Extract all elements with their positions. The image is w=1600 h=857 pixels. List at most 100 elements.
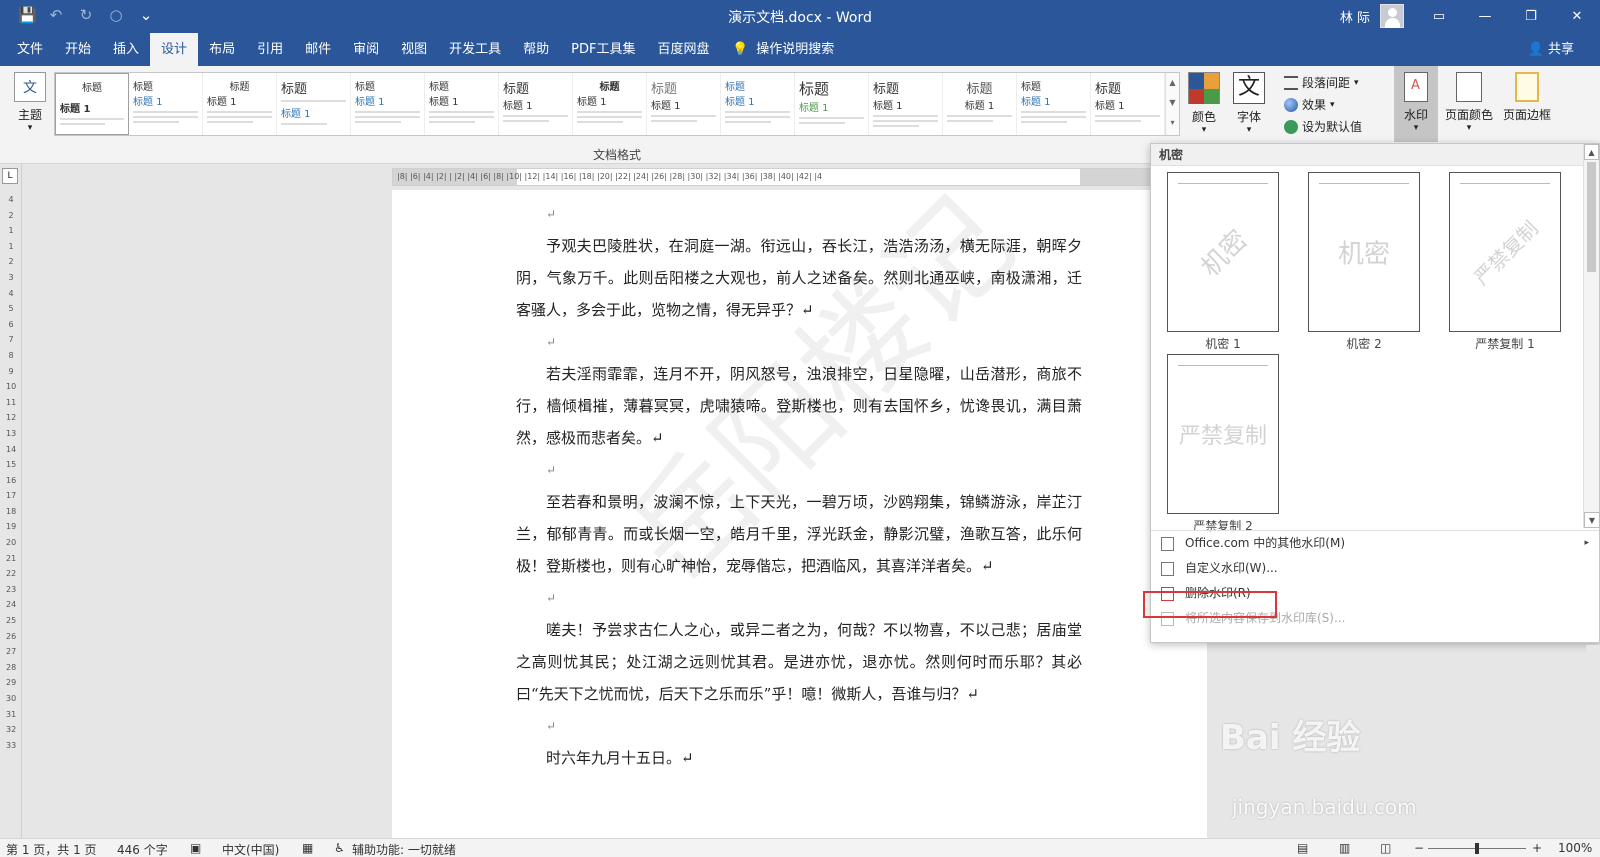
user-name[interactable]: 林 际	[1340, 7, 1370, 26]
tab-design[interactable]: 设计	[150, 33, 199, 66]
tab-view[interactable]: 视图	[390, 33, 438, 66]
watermark-option[interactable]: 严禁复制 严禁复制 1	[1449, 172, 1561, 352]
proofing-icon[interactable]: ▣	[190, 841, 201, 855]
paragraph[interactable]: 时六年九月十五日。↵	[516, 742, 1082, 774]
scrollbar-thumb[interactable]	[1587, 162, 1596, 272]
menu-item-label: 将所选内容保存到水印库(S)...	[1185, 611, 1346, 625]
avatar[interactable]	[1380, 4, 1404, 28]
ruler-tick-label: 10	[6, 382, 17, 392]
macro-icon[interactable]: ▦	[302, 841, 313, 855]
style-set-item[interactable]: 标题 标题 1	[795, 73, 869, 135]
style-set-item[interactable]: 标题 标题 1	[351, 73, 425, 135]
style-set-item[interactable]: 标题 标题 1	[869, 73, 943, 135]
watermark-preview-text: 严禁复制	[1178, 424, 1267, 449]
ruler-tick-label: 7	[8, 335, 14, 345]
style-set-item[interactable]: 标题 标题 1	[1091, 73, 1165, 135]
tab-file[interactable]: 文件	[6, 33, 54, 66]
style-set-item[interactable]: 标题 标题 1	[943, 73, 1017, 135]
gallery-scrollbar[interactable]: ▲ ▼ ▾	[1165, 73, 1179, 135]
tab-review[interactable]: 审阅	[342, 33, 390, 66]
style-set-item[interactable]: 标题 标题 1	[55, 73, 129, 135]
page-count[interactable]: 第 1 页，共 1 页	[6, 841, 97, 857]
gallery-more-icon[interactable]: ▾	[1166, 113, 1179, 133]
scroll-down-icon[interactable]: ▼	[1584, 512, 1600, 528]
tab-references[interactable]: 引用	[246, 33, 294, 66]
tab-developer[interactable]: 开发工具	[438, 33, 512, 66]
colors-label: 颜色	[1191, 110, 1216, 124]
paragraph[interactable]: 若夫淫雨霏霏，连月不开，阴风怒号，浊浪排空，日星隐曜，山岳潜形，商旅不行，樯倾楫…	[516, 358, 1082, 454]
accessibility-status[interactable]: 辅助功能: 一切就绪	[352, 841, 456, 857]
watermark-gallery-scrollbar[interactable]: ▲ ▼	[1583, 144, 1600, 528]
watermark-button[interactable]: 水印 ▾	[1394, 66, 1438, 142]
read-mode-icon[interactable]: ▤	[1297, 841, 1308, 855]
style-set-item[interactable]: 标题 标题 1	[721, 73, 795, 135]
word-count[interactable]: 446 个字	[117, 841, 168, 857]
zoom-in-button[interactable]: +	[1532, 841, 1542, 855]
ruler-tick-label: 16	[6, 475, 17, 485]
more-watermarks-item[interactable]: Office.com 中的其他水印(M) ▸	[1151, 531, 1599, 556]
language[interactable]: 中文(中国)	[222, 841, 279, 857]
style-set-item[interactable]: 标题 标题 1	[1017, 73, 1091, 135]
tell-me-search[interactable]: 💡 操作说明搜索	[732, 33, 834, 66]
watermark-option[interactable]: 机密 机密 1	[1167, 172, 1279, 352]
close-button[interactable]: ✕	[1554, 0, 1600, 33]
tab-baidu-netdisk[interactable]: 百度网盘	[647, 33, 721, 66]
zoom-level[interactable]: 100%	[1558, 841, 1592, 855]
paragraph[interactable]: 嗟夫！予尝求古仁人之心，或异二者之为，何哉？不以物喜，不以己悲；居庙堂之高则忧其…	[516, 614, 1082, 710]
fonts-button[interactable]: 文 字体 ▾	[1233, 72, 1265, 135]
chevron-down-icon: ▾	[1413, 123, 1419, 133]
document-body[interactable]: ↵ 予观夫巴陵胜状，在洞庭一湖。衔远山，吞长江，浩浩汤汤，横无际涯，朝晖夕阴，气…	[516, 198, 1082, 774]
style-set-item[interactable]: 标题 标题 1	[203, 73, 277, 135]
horizontal-ruler[interactable]: |8| |6| |4| |2| | |2| |4| |6| |8| |10| |…	[392, 168, 1207, 186]
print-layout-icon[interactable]: ▥	[1339, 841, 1350, 855]
restore-button[interactable]: ❐	[1508, 0, 1554, 33]
zoom-slider-thumb[interactable]	[1475, 843, 1479, 854]
ribbon-tabs-bar: 文件 开始 插入 设计 布局 引用 邮件 审阅 视图 开发工具 帮助 PDF工具…	[0, 33, 1600, 66]
colors-button[interactable]: 颜色 ▾	[1188, 72, 1220, 135]
ruler-tick-label: 26	[6, 631, 17, 641]
style-set-item[interactable]: 标题 标题 1	[425, 73, 499, 135]
tab-help[interactable]: 帮助	[512, 33, 560, 66]
tab-layout[interactable]: 布局	[198, 33, 246, 66]
custom-watermark-icon	[1161, 562, 1174, 576]
save-selection-to-gallery-item[interactable]: 将所选内容保存到水印库(S)...	[1151, 606, 1599, 631]
tab-pdf-tools[interactable]: PDF工具集	[560, 33, 646, 66]
paragraph[interactable]: 至若春和景明，波澜不惊，上下天光，一碧万顷，沙鸥翔集，锦鳞游泳，岸芷汀兰，郁郁青…	[516, 486, 1082, 582]
chevron-down-icon: ▾	[27, 123, 33, 133]
themes-button[interactable]: 主题 ▾	[12, 72, 48, 133]
watermark-option[interactable]: 严禁复制 严禁复制 2	[1167, 354, 1279, 534]
scroll-down-icon[interactable]: ▼	[1166, 93, 1179, 113]
ruler-tick-label: 30	[6, 694, 17, 703]
scroll-up-icon[interactable]: ▲	[1584, 144, 1599, 160]
style-set-item[interactable]: 标题 标题 1	[129, 73, 203, 135]
window-controls: ▭ — ❐ ✕	[1416, 0, 1600, 33]
minimize-button[interactable]: —	[1462, 0, 1508, 33]
chevron-down-icon: ▾	[1466, 123, 1472, 133]
remove-watermark-item[interactable]: 删除水印(R)	[1151, 581, 1599, 606]
set-as-default-button[interactable]: 设为默认值	[1284, 116, 1362, 138]
custom-watermark-item[interactable]: 自定义水印(W)...	[1151, 556, 1599, 581]
document-page[interactable]: 岳阳楼记 ↵ 予观夫巴陵胜状，在洞庭一湖。衔远山，吞长江，浩浩汤汤，横无际涯，朝…	[392, 171, 1207, 838]
document-scrollbar[interactable]	[1586, 645, 1600, 838]
effects-button[interactable]: 效果 ▾	[1284, 94, 1362, 116]
check-circle-icon	[1284, 120, 1298, 134]
tab-selector[interactable]: L	[2, 168, 18, 184]
tab-mailings[interactable]: 邮件	[294, 33, 342, 66]
zoom-out-button[interactable]: −	[1414, 841, 1424, 855]
page-color-button[interactable]: 页面颜色 ▾	[1441, 72, 1497, 133]
ribbon-display-icon[interactable]: ▭	[1416, 0, 1462, 33]
tab-home[interactable]: 开始	[54, 33, 102, 66]
watermark-option[interactable]: 机密 机密 2	[1308, 172, 1420, 352]
paragraph-spacing-button[interactable]: 段落间距 ▾	[1284, 72, 1362, 94]
style-set-item[interactable]: 标题 标题 1	[277, 73, 351, 135]
accessibility-icon[interactable]: ♿	[334, 841, 345, 855]
page-borders-button[interactable]: 页面边框	[1500, 72, 1554, 123]
share-button[interactable]: 👤 共享	[1528, 33, 1574, 66]
paragraph[interactable]: 予观夫巴陵胜状，在洞庭一湖。衔远山，吞长江，浩浩汤汤，横无际涯，朝晖夕阴，气象万…	[516, 230, 1082, 326]
tab-insert[interactable]: 插入	[102, 33, 150, 66]
style-set-item[interactable]: 标题 标题 1	[647, 73, 721, 135]
web-layout-icon[interactable]: ◫	[1380, 841, 1391, 855]
style-set-item[interactable]: 标题 标题 1	[573, 73, 647, 135]
style-set-item[interactable]: 标题 标题 1	[499, 73, 573, 135]
scroll-up-icon[interactable]: ▲	[1166, 73, 1179, 93]
